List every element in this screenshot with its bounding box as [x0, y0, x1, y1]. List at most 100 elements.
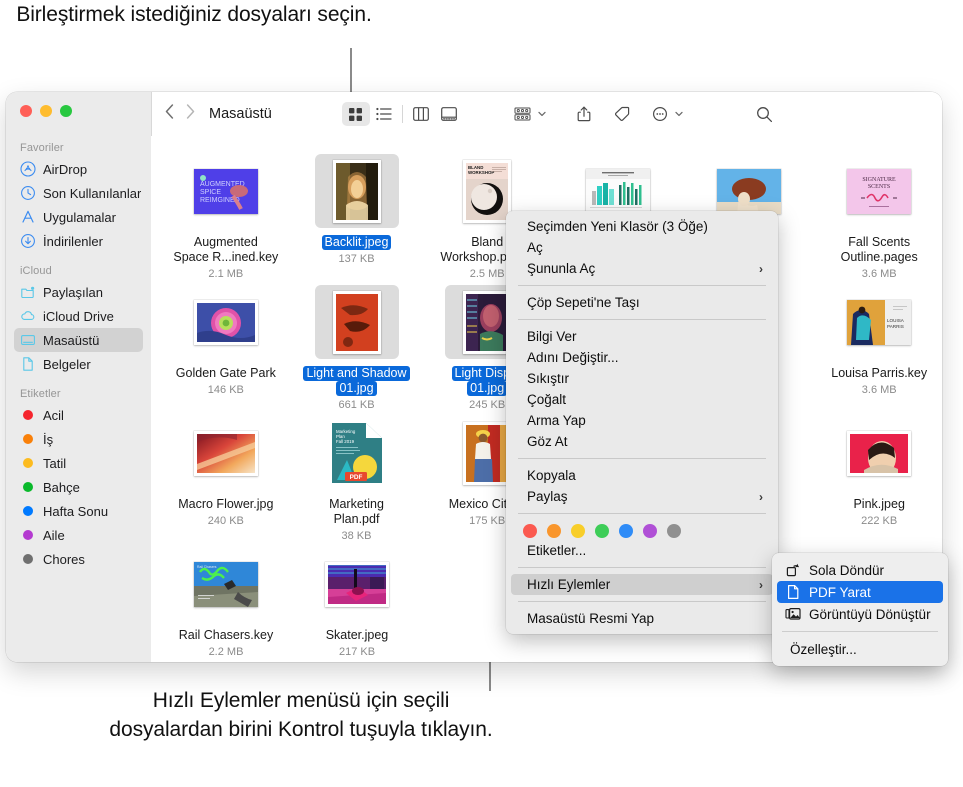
menu-item-new-folder-with-selection[interactable]: Seçimden Yeni Klasör (3 Öğe) — [511, 216, 773, 237]
file-item-rail-chasers[interactable]: Rail Chasers Rail Chasers.key 2.2 MB — [163, 543, 289, 662]
tag-swatch-yellow[interactable] — [571, 524, 585, 538]
file-item-light-and-shadow[interactable]: Light and Shadow 01.jpg 661 KB — [294, 281, 420, 412]
menu-item-rename[interactable]: Adını Değiştir... — [511, 347, 773, 368]
file-item-macro-flower[interactable]: Macro Flower.jpg 240 KB — [163, 412, 289, 543]
quick-actions-submenu[interactable]: Sola Döndür PDF Yarat Görüntüyü Dönüştür… — [772, 553, 948, 666]
back-button[interactable] — [165, 104, 174, 124]
menu-item-quick-actions[interactable]: Hızlı Eylemler › — [511, 574, 773, 595]
menu-item-label: Sıkıştır — [527, 371, 570, 386]
file-item-golden-gate-park[interactable]: Golden Gate Park 146 KB — [163, 281, 289, 412]
tag-color-swatches[interactable] — [506, 520, 778, 540]
file-size: 245 KB — [469, 399, 506, 411]
tag-dot-icon — [23, 434, 33, 444]
zoom-button[interactable] — [60, 105, 72, 117]
tag-swatch-orange[interactable] — [547, 524, 561, 538]
menu-item-move-to-trash[interactable]: Çöp Sepeti'ne Taşı — [511, 292, 773, 313]
menu-item-open-with[interactable]: Şununla Aç › — [511, 258, 773, 279]
menu-item-label: Şununla Aç — [527, 261, 596, 276]
file-size: 38 KB — [341, 530, 372, 542]
share-tags-group[interactable] — [570, 102, 683, 126]
file-size: 2.2 MB — [208, 646, 244, 658]
pdf-thumbnail-icon: Marketing Plan Fall 2019 PDF — [331, 422, 383, 484]
tag-swatch-green[interactable] — [595, 524, 609, 538]
desktop-icon — [20, 332, 36, 348]
menu-item-open[interactable]: Aç — [511, 237, 773, 258]
sidebar-item-tag-aile[interactable]: Aile — [14, 523, 143, 547]
menu-item-set-desktop-picture[interactable]: Masaüstü Resmi Yap — [511, 608, 773, 629]
chevron-down-icon[interactable] — [538, 109, 546, 119]
file-item-marketing-plan[interactable]: Marketing Plan Fall 2019 PDF Marketing P… — [294, 412, 420, 543]
sidebar-item-desktop[interactable]: Masaüstü — [14, 328, 143, 352]
file-item-augmented-space[interactable]: AUGMENTED SPICE REIMGINED Augmented Space… — [163, 150, 289, 281]
menu-item-share[interactable]: Paylaş › — [511, 486, 773, 507]
sidebar-item-tag-is[interactable]: İş — [14, 427, 143, 451]
sidebar-item-tag-bahce[interactable]: Bahçe — [14, 475, 143, 499]
path-title: Masaüstü — [209, 106, 272, 122]
window-traffic-lights[interactable] — [20, 105, 72, 117]
sidebar-item-tag-chores[interactable]: Chores — [14, 547, 143, 571]
photo-thumbnail-icon — [193, 430, 258, 476]
close-button[interactable] — [20, 105, 32, 117]
file-name: Backlit.jpeg — [321, 235, 392, 250]
sidebar-item-shared[interactable]: Paylaşılan — [14, 280, 143, 304]
sidebar-item-label: iCloud Drive — [43, 308, 114, 324]
cloud-icon — [20, 308, 36, 324]
menu-item-make-alias[interactable]: Arma Yap — [511, 410, 773, 431]
sidebar-item-label: Chores — [43, 551, 85, 567]
menu-item-get-info[interactable]: Bilgi Ver — [511, 326, 773, 347]
more-actions-button[interactable] — [646, 102, 674, 126]
menu-item-tags[interactable]: Etiketler... — [511, 540, 773, 561]
group-by-button[interactable] — [509, 102, 537, 126]
list-view-button[interactable] — [370, 102, 398, 126]
tag-swatch-red[interactable] — [523, 524, 537, 538]
menu-item-duplicate[interactable]: Çoğalt — [511, 389, 773, 410]
file-item-skater[interactable]: Skater.jpeg 217 KB — [294, 543, 420, 662]
minimize-button[interactable] — [40, 105, 52, 117]
sidebar-item-recents[interactable]: Son Kullanılanlar — [14, 181, 143, 205]
group-by-group[interactable] — [509, 102, 546, 126]
file-item-louisa-parris[interactable]: LOUISA PARRIS Louisa Parris.key 3.6 MB — [816, 281, 942, 412]
tag-dot-icon — [23, 482, 33, 492]
sidebar-item-tag-tatil[interactable]: Tatil — [14, 451, 143, 475]
menu-item-label: Bilgi Ver — [527, 329, 577, 344]
sidebar-item-airdrop[interactable]: AirDrop — [14, 157, 143, 181]
sidebar-item-tag-hafta-sonu[interactable]: Hafta Sonu — [14, 499, 143, 523]
menu-item-label: Göz At — [527, 434, 568, 449]
view-mode-group[interactable] — [341, 102, 463, 126]
file-name: Rail Chasers.key — [178, 628, 274, 642]
search-button[interactable] — [751, 102, 779, 126]
submenu-item-convert-image[interactable]: Görüntüyü Dönüştür — [777, 603, 943, 625]
menu-item-quick-look[interactable]: Göz At — [511, 431, 773, 452]
svg-text:Fall 2019: Fall 2019 — [336, 439, 355, 444]
submenu-item-create-pdf[interactable]: PDF Yarat — [777, 581, 943, 603]
file-item-fall-scents[interactable]: SIGNATURE SCENTS Fall Scents Outline.page… — [816, 150, 942, 281]
sidebar-item-tag-acil[interactable]: Acil — [14, 403, 143, 427]
tag-swatch-gray[interactable] — [667, 524, 681, 538]
column-view-button[interactable] — [407, 102, 435, 126]
forward-button[interactable] — [186, 104, 195, 124]
file-item-pink[interactable]: Pink.jpeg 222 KB — [816, 412, 942, 543]
file-size: 137 KB — [338, 253, 375, 265]
sidebar-item-documents[interactable]: Belgeler — [14, 352, 143, 376]
submenu-item-rotate-left[interactable]: Sola Döndür — [777, 559, 943, 581]
svg-text:SIGNATURE: SIGNATURE — [863, 177, 897, 183]
tag-swatch-blue[interactable] — [619, 524, 633, 538]
chevron-down-icon[interactable] — [675, 109, 683, 119]
submenu-item-customize[interactable]: Özelleştir... — [777, 638, 943, 660]
menu-item-compress[interactable]: Sıkıştır — [511, 368, 773, 389]
submenu-item-label: Sola Döndür — [809, 562, 885, 578]
context-menu[interactable]: Seçimden Yeni Klasör (3 Öğe) Aç Şununla … — [506, 211, 778, 634]
tag-swatch-purple[interactable] — [643, 524, 657, 538]
icon-view-button[interactable] — [341, 102, 370, 126]
sidebar-item-applications[interactable]: Uygulamalar — [14, 205, 143, 229]
tag-dot-icon — [23, 530, 33, 540]
tag-button[interactable] — [608, 102, 636, 126]
navigation-arrows[interactable] — [165, 104, 195, 124]
gallery-view-button[interactable] — [435, 102, 463, 126]
file-item-backlit[interactable]: Backlit.jpeg 137 KB — [294, 150, 420, 281]
file-thumbnail-wrap — [314, 154, 399, 228]
sidebar-item-downloads[interactable]: İndirilenler — [14, 229, 143, 253]
menu-item-copy[interactable]: Kopyala — [511, 465, 773, 486]
share-button[interactable] — [570, 102, 598, 126]
sidebar-item-icloud-drive[interactable]: iCloud Drive — [14, 304, 143, 328]
